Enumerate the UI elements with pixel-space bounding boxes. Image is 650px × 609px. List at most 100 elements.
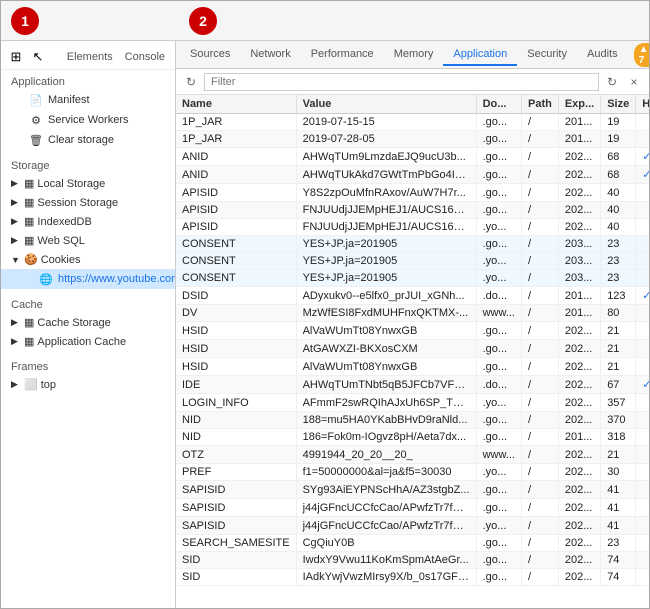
table-cell: .yo... xyxy=(476,517,521,535)
grid-icon: ▦ xyxy=(24,196,34,209)
table-row[interactable]: HSIDAtGAWXZI-BKXosCXM.go.../202...21✓ xyxy=(176,340,649,358)
table-row[interactable]: DSIDADyxukv0--e5lfx0_prJUI_xGNh....do...… xyxy=(176,287,649,305)
sidebar-item-session-storage[interactable]: ▶ ▦ Session Storage xyxy=(1,193,175,212)
table-cell: / xyxy=(522,376,559,394)
table-row[interactable]: CONSENTYES+JP.ja=201905.yo.../203...23 xyxy=(176,270,649,287)
table-cell: 41 xyxy=(601,499,636,517)
tab-audits[interactable]: Audits xyxy=(577,44,628,66)
table-row[interactable]: CONSENTYES+JP.ja=201905.yo.../203...23 xyxy=(176,253,649,270)
table-cell: / xyxy=(522,253,559,270)
table-cell: AHWqTUm9Lmzda­EJQ9ucU3b... xyxy=(296,148,476,166)
table-cell: CONSENT xyxy=(176,270,296,287)
sidebar-dock-icon[interactable]: ⊞ xyxy=(7,48,25,66)
tab-security[interactable]: Security xyxy=(517,44,577,66)
sidebar-item-web-sql[interactable]: ▶ ▦ Web SQL xyxy=(1,231,175,250)
sidebar-item-cookies[interactable]: ▼ 🍪 Cookies xyxy=(1,250,175,269)
table-cell: / xyxy=(522,340,559,358)
table-cell: / xyxy=(522,481,559,499)
table-row[interactable]: 1P_JAR2019-07-28-05.go.../201...19 xyxy=(176,131,649,148)
table-row[interactable]: SIDIAdkYwjVwzMIrsy9X/b_0s17GFfs....go...… xyxy=(176,569,649,586)
table-cell: .go... xyxy=(476,322,521,340)
sidebar-item-clear-storage[interactable]: 🗑 Clear storage xyxy=(1,130,175,150)
col-header-name[interactable]: Name xyxy=(176,95,296,114)
table-cell: 40 xyxy=(601,219,636,236)
table-row[interactable]: LOGIN_INFOAFmmF2swRQIhAJxUh6SP_TQB....yo… xyxy=(176,394,649,412)
table-cell xyxy=(636,517,649,535)
table-row[interactable]: APISIDFNJUUdjJJEMpHEJ1/AUCS16Vp....go...… xyxy=(176,202,649,219)
refresh-button[interactable]: ↻ xyxy=(182,73,200,91)
table-cell: / xyxy=(522,322,559,340)
table-cell: 203... xyxy=(558,253,600,270)
gear-icon: ⚙ xyxy=(29,113,43,127)
table-row[interactable]: APISIDFNJUUdjJJEMpHEJ1/AUCS16Vp....yo...… xyxy=(176,219,649,236)
grid-icon: ▦ xyxy=(24,215,34,228)
table-row[interactable]: IDEAHWqTUmTNbt5qB5JFCb7VFJa....do.../202… xyxy=(176,376,649,394)
sidebar-item-service-workers[interactable]: ⚙ Service Workers xyxy=(1,110,175,130)
checkmark-icon: ✓ xyxy=(642,379,649,391)
table-row[interactable]: SAPISIDSYg93AiEYPNScHhA/AZ3stgbZ....go..… xyxy=(176,481,649,499)
table-row[interactable]: HSIDAlVaWUmTt08YnwxGB.go.../202...21✓ xyxy=(176,358,649,376)
table-row[interactable]: CONSENTYES+JP.ja=201905.go.../203...23 xyxy=(176,236,649,253)
table-row[interactable]: APISIDY8S2zpOuMfnRAxov/AuW7H7r....go.../… xyxy=(176,184,649,202)
table-cell: / xyxy=(522,114,559,131)
table-row[interactable]: DVMzWfESI8FxdMUHFnxQKTMX-...www.../201..… xyxy=(176,305,649,322)
table-cell: 202... xyxy=(558,499,600,517)
col-header-size[interactable]: Size xyxy=(601,95,636,114)
checkmark-icon: ✓ xyxy=(642,169,649,181)
col-header-expires[interactable]: Exp... xyxy=(558,95,600,114)
table-cell: Y8S2zpOuMfnRAxov/AuW7H7r... xyxy=(296,184,476,202)
table-cell xyxy=(636,552,649,569)
table-cell xyxy=(636,446,649,464)
table-row[interactable]: NID186=Fok0m-IOgvz8pH/Aeta7dx....go.../2… xyxy=(176,429,649,446)
col-header-http[interactable]: HTTP xyxy=(636,95,649,114)
warning-badge: ▲ 7 xyxy=(634,43,649,67)
table-row[interactable]: SEARCH_SAMESITECgQiuY0B.go.../202...23St… xyxy=(176,535,649,552)
table-cell: 188=mu5HA0YKabBHvD9raNld... xyxy=(296,412,476,429)
sidebar-item-local-storage[interactable]: ▶ ▦ Local Storage xyxy=(1,174,175,193)
col-header-value[interactable]: Value xyxy=(296,95,476,114)
tab-network[interactable]: Network xyxy=(240,44,300,66)
sidebar-item-youtube-cookies[interactable]: 🌐 https://www.youtube.com xyxy=(1,269,175,289)
table-cell: SYg93AiEYPNScHhA/AZ3stgbZ... xyxy=(296,481,476,499)
elements-tab[interactable]: Elements xyxy=(63,49,117,65)
table-cell: ✓ xyxy=(636,376,649,394)
sidebar-item-manifest[interactable]: 📄 Manifest xyxy=(1,90,175,110)
table-row[interactable]: ANIDAHWqTUm9Lmzda­EJQ9ucU3b....go.../202… xyxy=(176,148,649,166)
table-cell: 41 xyxy=(601,517,636,535)
frame-icon: ⬜ xyxy=(24,378,38,391)
sidebar-item-indexeddb[interactable]: ▶ ▦ IndexedDB xyxy=(1,212,175,231)
table-row[interactable]: SAPISIDj44jGFncUCCfcCao/APwfzTr7feb....g… xyxy=(176,499,649,517)
table-row[interactable]: PREFf1=50000000&al=ja&f5=30030.yo.../202… xyxy=(176,464,649,481)
filter-input[interactable] xyxy=(204,73,599,91)
table-cell: 21 xyxy=(601,446,636,464)
table-row[interactable]: SAPISIDj44jGFncUCCfcCao/APwfzTr7feb....y… xyxy=(176,517,649,535)
table-cell xyxy=(636,270,649,287)
col-header-path[interactable]: Path xyxy=(522,95,559,114)
table-cell: / xyxy=(522,429,559,446)
table-row[interactable]: ANIDAHWqTUkAkd7GWtTmPbGo4ID....go.../202… xyxy=(176,166,649,184)
table-row[interactable]: OTZ4991944_20_20__20_www.../202...21✓ xyxy=(176,446,649,464)
sidebar-item-cache-storage[interactable]: ▶ ▦ Cache Storage xyxy=(1,313,175,332)
tab-memory[interactable]: Memory xyxy=(384,44,444,66)
col-header-domain[interactable]: Do... xyxy=(476,95,521,114)
expand-arrow: ▶ xyxy=(11,178,21,189)
tab-sources[interactable]: Sources xyxy=(180,44,240,66)
tab-application[interactable]: Application xyxy=(443,44,517,66)
table-row[interactable]: 1P_JAR2019-07-15-15.go.../201...19 xyxy=(176,114,649,131)
table-row[interactable]: HSIDAlVaWUmTt08YnwxGB.go.../202...21✓ xyxy=(176,322,649,340)
sidebar-item-top[interactable]: ▶ ⬜ top xyxy=(1,375,175,394)
table-row[interactable]: SIDIwdxY9Vwu11KoKmSpmAtAeGr....go.../202… xyxy=(176,552,649,569)
table-cell: .go... xyxy=(476,236,521,253)
grid-icon: ▦ xyxy=(24,177,34,190)
table-cell xyxy=(636,131,649,148)
clear-filter-button[interactable]: ↻ xyxy=(603,73,621,91)
sidebar-cursor-icon[interactable]: ↖ xyxy=(29,48,47,66)
table-cell: www... xyxy=(476,446,521,464)
table-cell: CgQiuY0B xyxy=(296,535,476,552)
table-row[interactable]: NID188=mu5HA0YKabBHvD9raNld....go.../202… xyxy=(176,412,649,429)
tab-performance[interactable]: Performance xyxy=(301,44,384,66)
table-cell: NID xyxy=(176,412,296,429)
sidebar-item-application-cache[interactable]: ▶ ▦ Application Cache xyxy=(1,332,175,351)
console-tab[interactable]: Console xyxy=(121,49,169,65)
close-filter-button[interactable]: × xyxy=(625,73,643,91)
